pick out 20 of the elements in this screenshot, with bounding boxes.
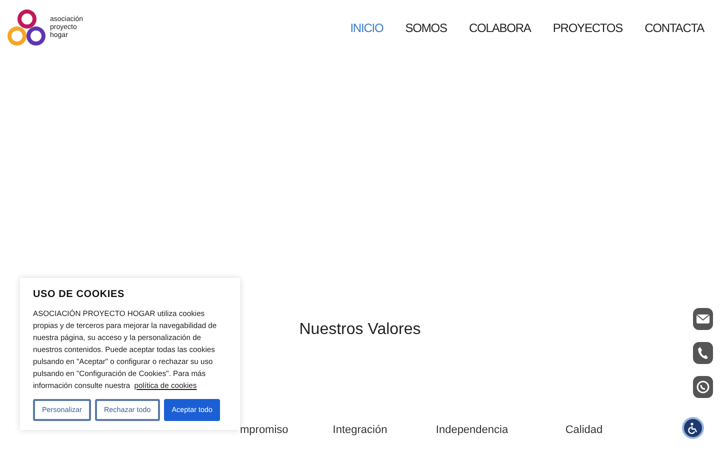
phone-button[interactable]	[693, 342, 713, 364]
whatsapp-button[interactable]	[693, 376, 713, 398]
mail-icon	[696, 314, 710, 324]
chat-icon	[696, 380, 710, 394]
value-label: mpromiso	[240, 423, 288, 438]
wheelchair-icon	[687, 422, 699, 434]
nav-link[interactable]: SOMOS	[405, 19, 447, 37]
nav-link[interactable]: CONTACTA	[644, 19, 704, 37]
email-button[interactable]	[693, 308, 713, 330]
cookie-title: USO DE COOKIES	[33, 288, 126, 302]
value-label: Integración	[332, 423, 388, 438]
value-label: Independencia	[436, 423, 508, 438]
value-label: Calidad	[565, 423, 603, 438]
accessibility-button[interactable]	[682, 417, 704, 439]
section-title: Nuestros Valores	[299, 320, 421, 340]
phone-icon	[697, 346, 709, 360]
nav-link[interactable]: COLABORA	[468, 19, 531, 37]
nav-link[interactable]: INICIO	[350, 19, 384, 37]
logo-icon	[6, 9, 48, 47]
nav-link[interactable]: PROYECTOS	[552, 19, 623, 37]
